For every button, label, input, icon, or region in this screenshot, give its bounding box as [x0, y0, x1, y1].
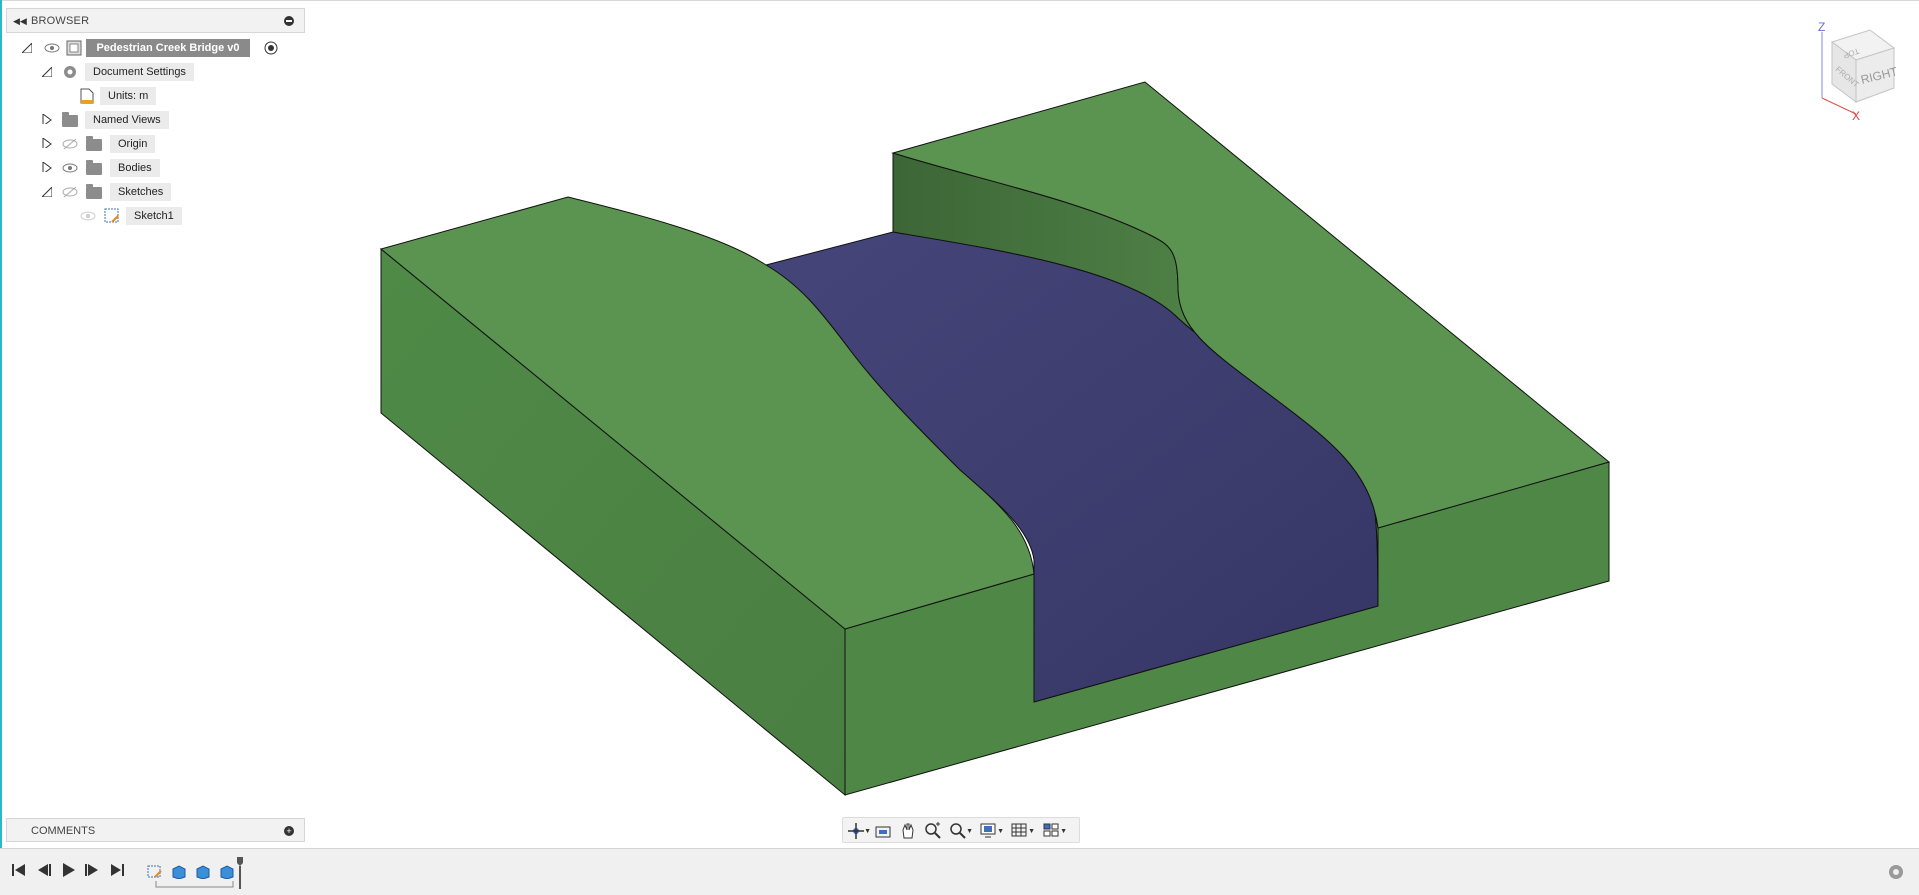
- first-icon[interactable]: [10, 861, 28, 879]
- expand-triangle-icon[interactable]: [42, 138, 52, 148]
- collapse-panel-icon[interactable]: ◀◀: [13, 15, 27, 27]
- next-icon[interactable]: [83, 861, 101, 879]
- browser-item-label: Units: m: [100, 87, 157, 105]
- browser-item-label: Sketches: [110, 183, 172, 201]
- document-icon: [80, 88, 94, 104]
- minimize-icon[interactable]: [284, 16, 294, 26]
- zoom-icon[interactable]: [924, 822, 948, 839]
- extrude-feature-icon[interactable]: [219, 865, 235, 879]
- orbit-icon[interactable]: ▼: [847, 822, 871, 839]
- timeline-bar: [0, 848, 1919, 895]
- folder-icon: [86, 136, 102, 151]
- browser-root-row[interactable]: Pedestrian Creek Bridge v0: [20, 38, 290, 58]
- folder-icon: [86, 160, 102, 175]
- extrude-feature-icon[interactable]: [195, 865, 211, 879]
- display-settings-icon[interactable]: ▼: [980, 822, 1004, 839]
- axis-z-label: Z: [1818, 20, 1825, 34]
- collapse-triangle-icon[interactable]: [42, 67, 52, 77]
- timeline-bracket: [155, 881, 234, 888]
- browser-item-origin[interactable]: Origin: [40, 134, 240, 154]
- play-icon[interactable]: [59, 861, 77, 879]
- model-viewport[interactable]: [0, 0, 1919, 848]
- expand-triangle-icon[interactable]: [42, 114, 52, 124]
- browser-item-sketch1[interactable]: Sketch1: [78, 206, 238, 226]
- gear-icon[interactable]: [1887, 863, 1905, 881]
- comments-panel-header[interactable]: COMMENTS +: [6, 818, 305, 842]
- browser-item-units[interactable]: Units: m: [78, 86, 208, 106]
- zoom-window-icon[interactable]: ▼: [949, 822, 973, 839]
- timeline-marker-icon[interactable]: [237, 857, 243, 889]
- grid-icon[interactable]: ▼: [1011, 822, 1035, 839]
- visibility-eye-icon[interactable]: [62, 162, 78, 174]
- navigation-toolbar: ▼ ▼ ▼ ▼ ▼: [842, 817, 1080, 843]
- collapse-triangle-icon[interactable]: [42, 187, 52, 197]
- root-component-label[interactable]: Pedestrian Creek Bridge v0: [86, 39, 250, 57]
- browser-panel-header: ◀◀ BROWSER: [6, 8, 305, 33]
- add-comment-icon[interactable]: +: [284, 826, 294, 836]
- extrude-feature-icon[interactable]: [171, 865, 187, 879]
- hidden-eye-icon[interactable]: [62, 138, 78, 150]
- browser-item-label: Bodies: [110, 159, 160, 177]
- last-icon[interactable]: [108, 861, 126, 879]
- look-at-icon[interactable]: [874, 822, 898, 839]
- axis-x-label: X: [1852, 109, 1860, 123]
- browser-item-label: Named Views: [85, 111, 169, 129]
- activate-radio-icon[interactable]: [264, 41, 278, 55]
- browser-item-label: Sketch1: [126, 207, 182, 225]
- component-icon: [66, 40, 82, 56]
- pan-icon[interactable]: [899, 822, 923, 839]
- collapse-triangle-icon[interactable]: [22, 43, 32, 53]
- browser-item-document-settings[interactable]: Document Settings: [40, 62, 240, 82]
- hidden-eye-icon[interactable]: [62, 186, 78, 198]
- browser-title: BROWSER: [31, 15, 90, 27]
- previous-icon[interactable]: [35, 861, 53, 879]
- browser-item-label: Origin: [110, 135, 156, 153]
- browser-item-named-views[interactable]: Named Views: [40, 110, 240, 130]
- hidden-eye-icon[interactable]: [80, 210, 96, 222]
- view-cube[interactable]: Z X RIGHT FRONT TOP: [1808, 18, 1908, 128]
- browser-item-sketches[interactable]: Sketches: [40, 182, 240, 202]
- sketch-icon: [104, 208, 119, 223]
- browser-item-bodies[interactable]: Bodies: [40, 158, 240, 178]
- viewports-icon[interactable]: ▼: [1043, 822, 1067, 839]
- browser-item-label: Document Settings: [85, 63, 194, 81]
- gear-icon: [64, 66, 76, 78]
- expand-triangle-icon[interactable]: [42, 162, 52, 172]
- comments-title: COMMENTS: [31, 825, 96, 837]
- sketch-feature-icon[interactable]: [147, 865, 163, 879]
- folder-icon: [62, 112, 78, 127]
- folder-icon: [86, 184, 102, 199]
- visibility-eye-icon[interactable]: [44, 42, 60, 54]
